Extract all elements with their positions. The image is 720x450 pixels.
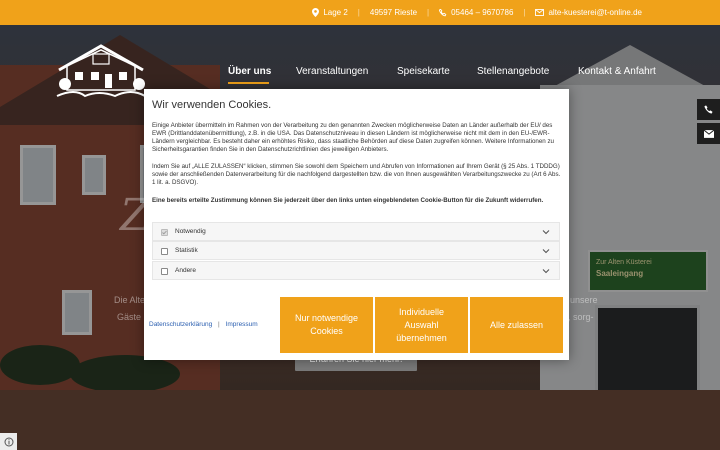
- side-phone-button[interactable]: [697, 99, 720, 120]
- cookie-settings-icon: [4, 437, 13, 446]
- cookie-category-notwendig[interactable]: Notwendig: [152, 222, 560, 241]
- category-label: Andere: [175, 267, 196, 274]
- phone-number: 05464 – 9670786: [451, 8, 514, 17]
- accept-all-button[interactable]: Alle zulassen: [470, 297, 563, 353]
- link-separator: |: [218, 321, 220, 328]
- phone-link[interactable]: 05464 – 9670786: [439, 8, 513, 17]
- checkbox-notwendig: [161, 229, 168, 236]
- cookie-footer-links: Datenschutzerklärung | Impressum: [149, 321, 258, 328]
- category-label: Statistik: [175, 247, 198, 254]
- address-city: 49597 Rieste: [369, 8, 418, 17]
- nav-item-veranstaltungen[interactable]: Veranstaltungen: [296, 66, 368, 77]
- divider: |: [357, 8, 360, 17]
- cookie-info-paragraph: Einige Anbieter übermitteln im Rahmen vo…: [152, 122, 554, 153]
- nav-item-ueber-uns[interactable]: Über uns: [228, 66, 271, 77]
- address-info[interactable]: Lage 2 | 49597 Rieste: [312, 8, 417, 17]
- phone-icon: [703, 104, 712, 113]
- nav-item-kontakt-anfahrt[interactable]: Kontakt & Anfahrt: [578, 66, 656, 77]
- chevron-down-icon: [542, 269, 550, 274]
- email-link[interactable]: alte-kuesterei@t-online.de: [535, 8, 642, 17]
- imprint-link[interactable]: Impressum: [226, 321, 258, 328]
- nav-item-speisekarte[interactable]: Speisekarte: [397, 66, 450, 77]
- location-icon: [312, 8, 320, 17]
- category-label: Notwendig: [175, 228, 206, 235]
- cookie-settings-button[interactable]: [0, 433, 17, 450]
- side-mail-button[interactable]: [697, 123, 720, 144]
- cookie-category-andere[interactable]: Andere: [152, 261, 560, 280]
- checkbox-statistik[interactable]: [161, 248, 168, 255]
- mail-icon: [703, 129, 714, 138]
- cookie-dialog-title: Wir verwenden Cookies.: [152, 99, 272, 111]
- hero-text: Die Alte: [114, 295, 146, 305]
- chevron-down-icon: [542, 230, 550, 235]
- privacy-policy-link[interactable]: Datenschutzerklärung: [149, 321, 212, 328]
- accept-necessary-button[interactable]: Nur notwendige Cookies: [280, 297, 373, 353]
- hero-text: , sorg-: [568, 312, 594, 322]
- cookie-revoke-paragraph: Eine bereits erteilte Zustimmung können …: [152, 197, 544, 204]
- accept-selection-button[interactable]: Individuelle Auswahl übernehmen: [375, 297, 468, 353]
- main-navigation: Über uns Veranstaltungen Speisekarte Ste…: [0, 66, 720, 84]
- chevron-down-icon: [542, 249, 550, 254]
- checkbox-andere[interactable]: [161, 268, 168, 275]
- divider: |: [427, 8, 430, 17]
- address-street: Lage 2: [323, 8, 348, 17]
- top-contact-bar: Lage 2 | 49597 Rieste | 05464 – 9670786 …: [0, 0, 720, 25]
- divider: |: [523, 8, 526, 17]
- email-address: alte-kuesterei@t-online.de: [548, 8, 642, 17]
- cookie-consent-dialog: Wir verwenden Cookies. Einige Anbieter ü…: [144, 89, 569, 360]
- hero-text: Gäste: [117, 312, 142, 322]
- nav-item-stellenangebote[interactable]: Stellenangebote: [477, 66, 549, 77]
- phone-icon: [439, 8, 447, 16]
- cookie-category-statistik[interactable]: Statistik: [152, 241, 560, 260]
- mail-icon: [535, 9, 545, 16]
- cookie-consent-paragraph: Indem Sie auf „ALLE ZULASSEN“ klicken, s…: [152, 163, 561, 186]
- hero-text: unsere: [570, 295, 598, 305]
- nav-active-indicator: [228, 82, 269, 84]
